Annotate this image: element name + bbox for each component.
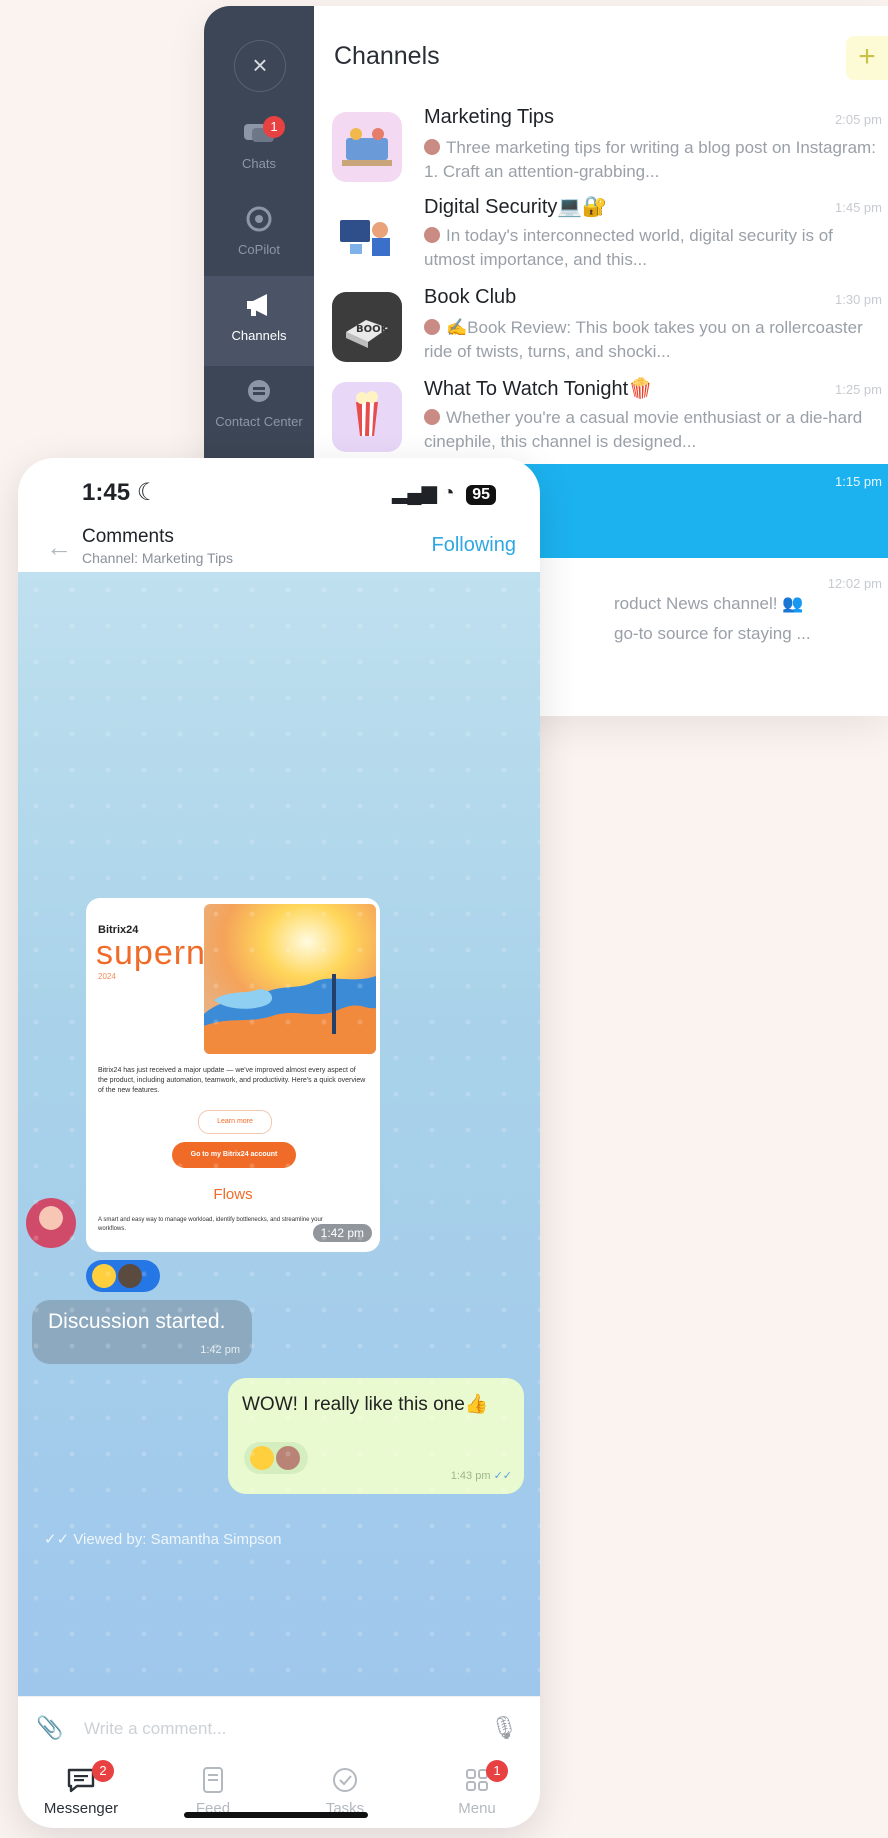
channel-name: Digital Security💻🔐 (424, 196, 608, 218)
add-channel-button[interactable]: + (846, 36, 888, 80)
double-check-icon: ✓✓ (493, 1470, 512, 1482)
channel-name: Marketing Tips (424, 106, 555, 128)
channel-preview: Three marketing tips for writing a blog … (424, 138, 876, 181)
microphone-icon[interactable]: 🎙 (490, 1715, 518, 1741)
channel-time: 1:15 pm (835, 474, 882, 489)
back-arrow-icon[interactable]: ← (46, 532, 72, 563)
channel-time: 1:25 pm (835, 382, 882, 397)
home-indicator (184, 1812, 368, 1818)
channel-item[interactable]: Digital Security💻🔐 1:45 pm In today's in… (314, 190, 888, 286)
double-check-icon: ✓✓ (44, 1531, 70, 1548)
status-time: 1:45 ☾ (82, 479, 159, 506)
author-avatar (424, 139, 440, 155)
signal-icon: ▂▄▆ (392, 482, 437, 504)
chat-area: Bitrix24 supernova 2024 Bitrix24 has jus… (18, 572, 540, 1696)
author-avatar (424, 227, 440, 243)
tab-tasks[interactable]: Tasks (290, 1766, 400, 1817)
rail-item-copilot[interactable]: CoPilot (204, 190, 314, 280)
channel-preview: In today's interconnected world, digital… (424, 226, 833, 269)
post-body: Bitrix24 has just received a major updat… (98, 1067, 366, 1094)
rail-label-chats: Chats (242, 156, 276, 171)
close-button[interactable]: × (234, 40, 286, 92)
outgoing-message[interactable]: WOW! I really like this one👍 1:43 pm ✓✓ (228, 1378, 524, 1494)
channel-item[interactable]: Marketing Tips 2:05 pm Three marketing t… (314, 102, 888, 198)
wordmark-year: 2024 (98, 972, 116, 981)
channel-name: Book Club (424, 286, 517, 308)
channel-preview-line: roduct News channel! 👥 (614, 594, 804, 613)
check-circle-icon (333, 1768, 357, 1792)
outgoing-message-text: WOW! I really like this one👍 (242, 1394, 489, 1415)
chats-badge: 1 (263, 116, 285, 138)
channel-avatar (332, 200, 402, 270)
channel-name: What To Watch Tonight🍿 (424, 378, 654, 400)
rail-label-copilot: CoPilot (238, 242, 280, 257)
reactor-avatar (276, 1446, 300, 1470)
laughing-emoji-icon (250, 1446, 274, 1470)
channel-time: 1:45 pm (835, 200, 882, 215)
rail-label-contact-center: Contact Center (215, 414, 303, 429)
supernova-wordmark: supernova (96, 934, 264, 972)
tab-feed[interactable]: Feed (158, 1766, 268, 1817)
rail-label-channels: Channels (231, 328, 287, 343)
system-message: Discussion started. 1:42 pm (32, 1300, 252, 1364)
post-card[interactable]: Bitrix24 supernova 2024 Bitrix24 has jus… (86, 898, 380, 1252)
channel-time: 12:02 pm (827, 576, 882, 591)
sender-avatar[interactable] (26, 1198, 76, 1248)
svg-text:BOOK: BOOK (356, 324, 390, 335)
laughing-emoji-icon (92, 1264, 116, 1288)
channel-avatar (332, 382, 402, 452)
channel-item[interactable]: BOOK Book Club 1:30 pm ✍️Book Review: Th… (314, 282, 888, 378)
flows-description: A smart and easy way to manage workload,… (98, 1217, 323, 1232)
tab-label: Menu (458, 1800, 496, 1817)
rail-item-channels[interactable]: Channels (204, 276, 314, 366)
messenger-badge: 2 (92, 1760, 114, 1782)
author-avatar (424, 409, 440, 425)
go-to-account-button[interactable]: Go to my Bitrix24 account (172, 1142, 296, 1168)
system-message-text: Discussion started. (48, 1310, 226, 1333)
following-button[interactable]: Following (432, 534, 516, 557)
outgoing-message-time: 1:43 pm ✓✓ (450, 1470, 512, 1482)
brand-name: Bitrix24 (98, 924, 139, 936)
viewed-by-status: ✓✓ Viewed by: Samantha Simpson (44, 1531, 282, 1548)
contact-center-icon (248, 380, 270, 402)
channel-time: 2:05 pm (835, 112, 882, 127)
tab-menu[interactable]: 1 Menu (422, 1760, 532, 1817)
page-subtitle: Channel: Marketing Tips (82, 550, 233, 566)
phone-screen: 1:45 ☾ ▂▄▆ ◔ 95 ← Comments Channel: Mark… (18, 458, 540, 1828)
tab-label: Messenger (43, 1800, 119, 1817)
copilot-icon (246, 206, 272, 232)
feed-icon (203, 1767, 223, 1793)
rail-item-contact-center[interactable]: Contact Center (204, 362, 314, 452)
channels-title: Channels (334, 42, 440, 70)
menu-badge: 1 (486, 1760, 508, 1782)
author-avatar (424, 319, 440, 335)
channel-item[interactable]: What To Watch Tonight🍿 1:25 pm Whether y… (314, 372, 888, 468)
battery-indicator: 95 (466, 485, 496, 505)
status-icons: ▂▄▆ ◔ 95 (392, 480, 496, 505)
comment-input[interactable]: Write a comment... (84, 1719, 226, 1739)
channel-avatar (332, 112, 402, 182)
channel-preview-line: go-to source for staying ... (614, 624, 811, 643)
tab-messenger[interactable]: 2 Messenger (26, 1760, 136, 1817)
reactions-pill[interactable] (86, 1260, 160, 1292)
learn-more-button[interactable]: Learn more (198, 1110, 272, 1134)
channel-preview: ✍️Book Review: This book takes you on a … (424, 318, 863, 361)
page-title: Comments (82, 526, 174, 547)
attach-icon[interactable]: 📎 (36, 1715, 63, 1741)
system-message-time: 1:42 pm (200, 1344, 240, 1356)
supernova-artwork (204, 904, 376, 1054)
channel-avatar: BOOK (332, 292, 402, 362)
wifi-icon: ◔ (442, 482, 455, 504)
flows-heading: Flows (213, 1186, 253, 1203)
channel-time: 1:30 pm (835, 292, 882, 307)
channel-preview: Whether you're a casual movie enthusiast… (424, 408, 863, 451)
message-reactions[interactable] (244, 1442, 308, 1474)
reactor-avatar (118, 1264, 142, 1288)
post-timestamp: 1:42 pm (312, 1224, 372, 1242)
megaphone-icon (247, 294, 267, 316)
comment-composer: 📎 Write a comment... 🎙 (18, 1696, 540, 1761)
moon-icon: ☾ (136, 479, 159, 506)
rail-item-chats[interactable]: 1 Chats (204, 104, 314, 194)
